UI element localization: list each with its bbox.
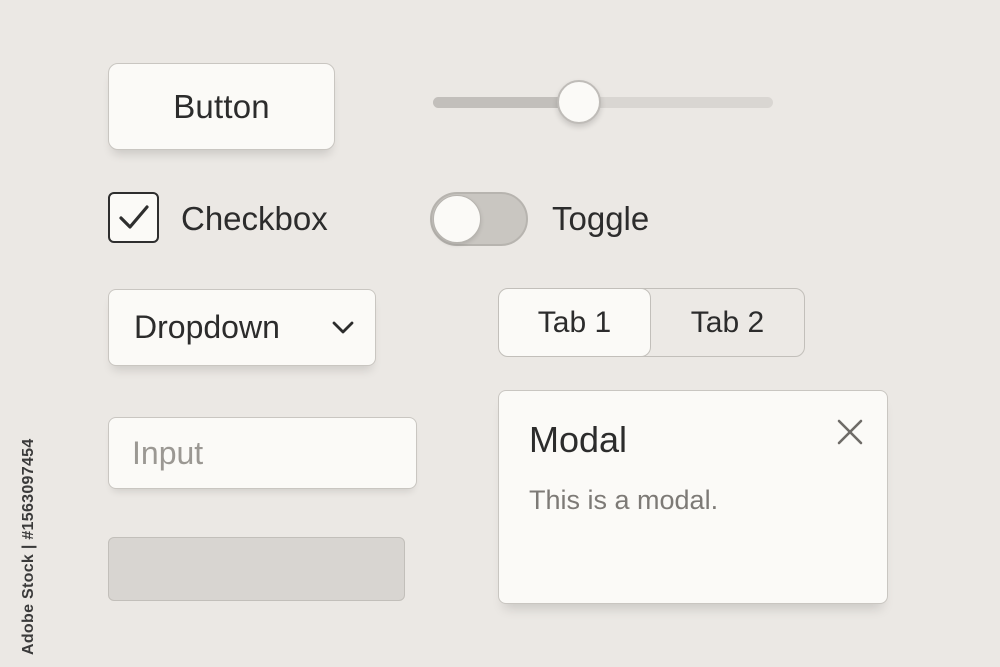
tab-bar: Tab 1 Tab 2 (498, 288, 805, 357)
watermark-credit: Adobe Stock | #1563097454 (5, 420, 37, 655)
slider-thumb[interactable] (557, 80, 601, 124)
text-input[interactable] (108, 417, 417, 489)
chevron-down-icon (332, 321, 354, 334)
slider[interactable] (433, 78, 773, 128)
modal-title: Modal (529, 419, 628, 460)
modal-body-text: This is a modal. (529, 485, 719, 515)
primary-button[interactable]: Button (108, 63, 335, 150)
toggle-label: Toggle (552, 200, 650, 237)
close-icon[interactable] (835, 417, 865, 447)
toggle-knob (433, 195, 481, 243)
checkbox-label: Checkbox (181, 200, 328, 237)
button-label: Button (173, 87, 270, 125)
tab-1[interactable]: Tab 1 (499, 289, 651, 356)
tab-label: Tab 1 (537, 305, 612, 339)
tab-label: Tab 2 (690, 305, 765, 339)
watermark-text: Adobe Stock | #1563097454 (20, 438, 37, 655)
toggle-switch[interactable] (430, 192, 528, 246)
checkbox[interactable] (108, 192, 159, 243)
dropdown-label: Dropdown (134, 309, 280, 345)
tab-2[interactable]: Tab 2 (651, 289, 804, 356)
dropdown-select[interactable]: Dropdown (108, 289, 376, 366)
modal-dialog: Modal This is a modal. (498, 390, 888, 604)
checkmark-icon (119, 205, 149, 229)
disabled-field (108, 537, 405, 601)
